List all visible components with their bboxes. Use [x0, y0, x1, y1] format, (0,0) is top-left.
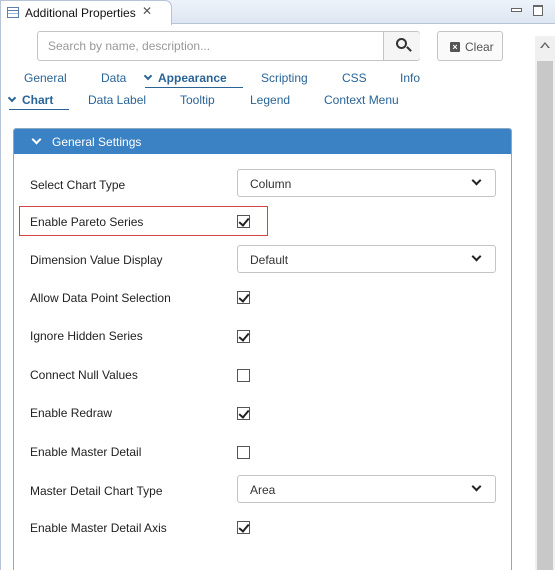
tab-css[interactable]: CSS [342, 71, 367, 85]
panel-title: General Settings [52, 135, 142, 149]
properties-view-icon [7, 7, 19, 18]
allow-data-point-selection-checkbox[interactable] [237, 291, 250, 304]
dimension-value-display-select[interactable]: Default [237, 245, 496, 273]
enable-redraw-checkbox[interactable] [237, 407, 250, 420]
master-detail-chart-type-value: Area [250, 483, 276, 497]
chevron-down-icon [31, 134, 42, 145]
enable-pareto-series-label: Enable Pareto Series [30, 215, 144, 229]
allow-data-point-selection-label: Allow Data Point Selection [30, 291, 171, 305]
clear-x-icon: × [450, 42, 460, 52]
general-settings-header[interactable]: General Settings [14, 129, 511, 154]
tab-appearance-label: Appearance [158, 71, 227, 85]
enable-master-detail-axis-label: Enable Master Detail Axis [30, 521, 167, 535]
search-box [37, 31, 420, 61]
chevron-down-icon [471, 251, 482, 262]
connect-null-values-label: Connect Null Values [30, 368, 138, 382]
connect-null-values-checkbox[interactable] [237, 369, 250, 382]
view-tab-strip: Additional Properties ✕ [0, 0, 555, 25]
master-detail-chart-type-select[interactable]: Area [237, 475, 496, 503]
maximize-icon[interactable] [531, 3, 545, 17]
chevron-down-icon [143, 71, 153, 81]
enable-master-detail-label: Enable Master Detail [30, 445, 142, 459]
scrollbar-thumb[interactable] [537, 61, 553, 570]
close-icon[interactable]: ✕ [142, 4, 152, 18]
chevron-down-icon [471, 481, 482, 492]
subtab-chart[interactable]: Chart [7, 93, 54, 107]
clear-button-label: Clear [465, 40, 494, 54]
master-detail-chart-type-label: Master Detail Chart Type [30, 484, 163, 498]
enable-redraw-label: Enable Redraw [30, 406, 113, 420]
subtab-chart-label: Chart [22, 93, 54, 107]
tab-appearance[interactable]: Appearance [143, 71, 227, 85]
subtab-data-label[interactable]: Data Label [88, 93, 146, 107]
view-tab-additional-properties[interactable]: Additional Properties ✕ [0, 0, 172, 25]
subtab-legend[interactable]: Legend [250, 93, 290, 107]
tab-appearance-underline [145, 87, 243, 88]
chart-type-value: Column [250, 177, 292, 191]
chevron-down-icon [471, 175, 482, 186]
subtab-chart-underline [9, 109, 69, 110]
chart-type-select[interactable]: Column [237, 169, 496, 197]
search-button[interactable] [383, 32, 420, 60]
tab-scripting[interactable]: Scripting [261, 71, 308, 85]
search-icon-handle [406, 46, 412, 52]
enable-master-detail-axis-checkbox[interactable] [237, 521, 250, 534]
subtab-tooltip[interactable]: Tooltip [180, 93, 215, 107]
tab-info[interactable]: Info [400, 71, 420, 85]
search-input[interactable] [38, 32, 383, 60]
tab-general[interactable]: General [24, 71, 67, 85]
subtab-context-menu[interactable]: Context Menu [324, 93, 399, 107]
tab-data[interactable]: Data [101, 71, 126, 85]
enable-pareto-series-checkbox[interactable] [237, 215, 250, 228]
dimension-value-display-value: Default [250, 253, 289, 267]
vertical-scrollbar[interactable] [535, 36, 555, 570]
ignore-hidden-series-checkbox[interactable] [237, 330, 250, 343]
dimension-value-display-label: Dimension Value Display [30, 253, 163, 267]
chevron-down-icon [7, 93, 17, 103]
minimize-icon[interactable] [509, 3, 523, 17]
clear-button[interactable]: × Clear [437, 31, 503, 61]
select-chart-type-label: Select Chart Type [30, 178, 126, 192]
enable-master-detail-checkbox[interactable] [237, 446, 250, 459]
scroll-up-arrow-icon[interactable] [540, 42, 550, 48]
ignore-hidden-series-label: Ignore Hidden Series [30, 329, 143, 343]
view-tab-title: Additional Properties [25, 6, 136, 20]
